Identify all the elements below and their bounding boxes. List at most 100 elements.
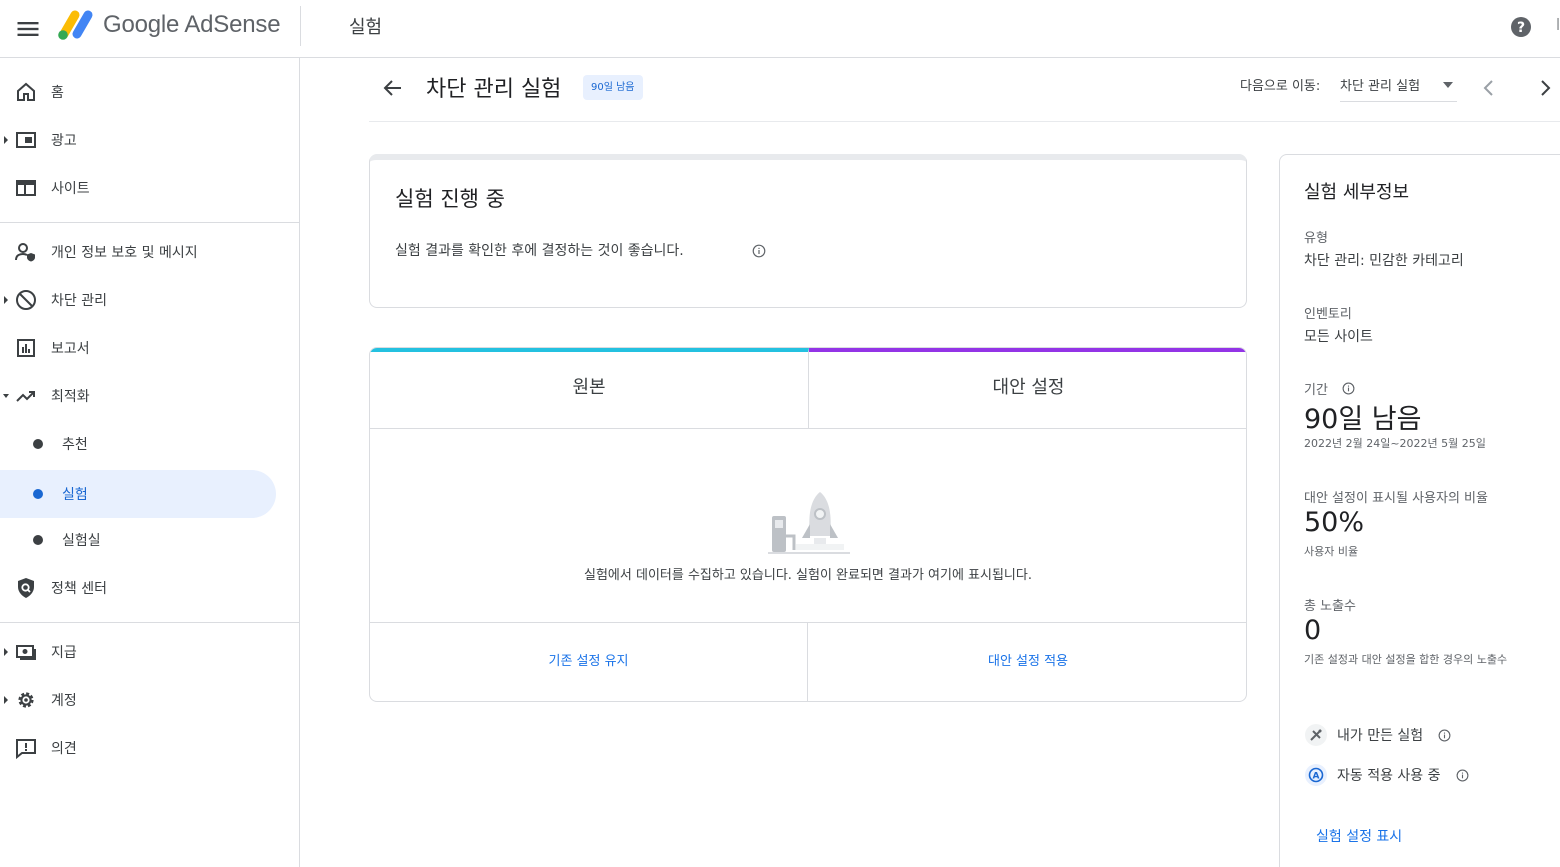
sidebar-item-label: 추천	[62, 437, 88, 453]
menu-icon[interactable]	[14, 15, 42, 43]
inventory-value: 모든 사이트	[1304, 329, 1373, 345]
caret-right-icon[interactable]	[3, 295, 9, 305]
details-title: 실험 세부정보	[1304, 182, 1410, 203]
experiment-status-card: 실험 진행 중 실험 결과를 확인한 후에 결정하는 것이 좋습니다.	[369, 154, 1247, 308]
caret-right-icon[interactable]	[3, 135, 9, 145]
info-icon[interactable]	[1438, 729, 1451, 742]
info-icon[interactable]	[1342, 382, 1355, 395]
type-label: 유형	[1304, 231, 1328, 246]
gear-icon	[18, 692, 34, 708]
sidebar-item-home[interactable]: 홈	[0, 68, 276, 116]
sidebar-item-payments[interactable]: 지급	[0, 628, 276, 676]
my-experiment-icon	[1305, 724, 1327, 746]
sidebar-item-account[interactable]: 계정	[0, 676, 276, 724]
inventory-label: 인벤토리	[1304, 307, 1352, 322]
sidebar-item-recommendations[interactable]: 추천	[0, 420, 276, 468]
policy-shield-icon	[18, 578, 34, 598]
sidebar-item-label: 최적화	[51, 389, 90, 405]
help-icon[interactable]: ?	[1509, 15, 1533, 39]
sidebar-item-label: 홈	[51, 85, 64, 101]
home-icon	[17, 82, 35, 101]
apply-variant-button[interactable]: 대안 설정 적용	[809, 623, 1246, 701]
sidebar-item-label: 광고	[51, 133, 77, 149]
sidebar-item-label: 의견	[51, 741, 77, 757]
sidebar-item-label: 보고서	[51, 341, 90, 357]
auto-apply-icon: A	[1305, 764, 1327, 786]
status-description: 실험 결과를 확인한 후에 결정하는 것이 좋습니다.	[395, 243, 684, 259]
original-column-header: 원본	[370, 348, 809, 429]
sidebar-item-label: 실험실	[62, 533, 101, 549]
caret-down-icon[interactable]	[3, 391, 9, 401]
sidebar-item-optimization[interactable]: 최적화	[0, 372, 276, 420]
person-shield-icon	[15, 243, 35, 262]
payments-icon	[16, 645, 36, 660]
keep-original-button[interactable]: 기존 설정 유지	[370, 623, 808, 701]
sidebar-item-label: 지급	[51, 645, 77, 661]
sidebar-item-feedback[interactable]: 의견	[0, 724, 276, 772]
chevron-right-icon[interactable]	[1533, 76, 1557, 100]
brand-name[interactable]: Google AdSense	[103, 11, 281, 39]
info-icon[interactable]	[1456, 769, 1469, 782]
sidebar-item-reports[interactable]: 보고서	[0, 324, 276, 372]
ads-icon	[16, 132, 36, 148]
sidebar-item-blocking-controls[interactable]: 차단 관리	[0, 276, 276, 324]
bullet-dot-icon	[33, 489, 43, 499]
sidebar-item-label: 계정	[51, 693, 77, 709]
sidebar-item-label: 사이트	[51, 181, 90, 197]
impressions-label: 총 노출수	[1304, 599, 1356, 614]
chevron-left-icon[interactable]	[1477, 76, 1501, 100]
sidebar: 홈 광고 사이트 개인 정보 보호 및 메시지 차단 관리 보고서 최적화 추천…	[0, 58, 300, 867]
svg-text:A: A	[1313, 772, 1320, 782]
show-experiment-settings-link[interactable]: 실험 설정 표시	[1316, 826, 1402, 846]
sidebar-item-privacy-messaging[interactable]: 개인 정보 보호 및 메시지	[0, 228, 276, 276]
trending-up-icon	[16, 391, 35, 402]
experiment-details-panel: 실험 세부정보 유형 차단 관리: 민감한 카테고리 인벤토리 모든 사이트 기…	[1279, 154, 1560, 867]
web-icon	[16, 180, 36, 196]
topbar-divider	[300, 6, 301, 46]
impressions-sub: 기존 설정과 대안 설정을 합한 경우의 노출수	[1304, 653, 1508, 666]
caret-right-icon[interactable]	[3, 647, 9, 657]
ratio-label: 대안 설정이 표시될 사용자의 비율	[1304, 491, 1488, 506]
ratio-sub: 사용자 비율	[1304, 545, 1359, 558]
dropdown-arrow-icon	[1443, 82, 1453, 88]
sidebar-item-experiments[interactable]: 실험	[0, 470, 276, 518]
feedback-icon	[16, 739, 36, 760]
collecting-data-message: 실험에서 데이터를 수집하고 있습니다. 실험이 완료되면 결과가 여기에 표시…	[584, 568, 1032, 583]
sidebar-item-policy-center[interactable]: 정책 센터	[0, 564, 276, 612]
info-icon[interactable]	[752, 244, 766, 258]
ratio-value: 50%	[1304, 507, 1365, 538]
account-edge-icon[interactable]: ❘	[1553, 16, 1560, 30]
caret-right-icon[interactable]	[3, 695, 9, 705]
bullet-dot-icon	[33, 535, 43, 545]
variant-column-header: 대안 설정	[809, 348, 1246, 429]
days-left-chip: 90일 남음	[583, 75, 643, 100]
adsense-logo-icon[interactable]	[56, 8, 96, 42]
top-app-bar: Google AdSense 실험 ? ❘	[0, 0, 1560, 58]
sidebar-item-label: 실험	[62, 487, 88, 503]
svg-text:?: ?	[1517, 20, 1525, 36]
status-title: 실험 진행 중	[395, 187, 505, 211]
sidebar-item-sites[interactable]: 사이트	[0, 164, 276, 212]
feature-my-experiment: 내가 만든 실험	[1337, 728, 1424, 744]
sidebar-item-label: 정책 센터	[51, 581, 107, 597]
goto-selected-value: 차단 관리 실험	[1340, 79, 1421, 94]
sidebar-item-label: 개인 정보 보호 및 메시지	[51, 245, 198, 261]
app-page-title: 실험	[349, 17, 383, 38]
impressions-value: 0	[1304, 615, 1322, 646]
original-label: 원본	[572, 377, 606, 398]
sidebar-item-ads[interactable]: 광고	[0, 116, 276, 164]
sidebar-item-labs[interactable]: 실험실	[0, 516, 276, 564]
feature-auto-apply: 자동 적용 사용 중	[1337, 768, 1441, 784]
header-divider	[369, 121, 1560, 122]
back-arrow-icon[interactable]	[381, 76, 405, 100]
bullet-dot-icon	[33, 439, 43, 449]
experiment-title: 차단 관리 실험	[426, 77, 562, 102]
sidebar-divider	[0, 622, 300, 623]
type-value: 차단 관리: 민감한 카테고리	[1304, 253, 1464, 269]
variant-label: 대안 설정	[992, 377, 1065, 398]
period-label: 기간	[1304, 383, 1328, 398]
experiment-compare-card: 원본 대안 설정 실험에서 데이터를 수집하고 있습니다. 실험이 완료되면 결…	[369, 347, 1247, 702]
period-value: 90일 남음	[1304, 404, 1422, 435]
goto-experiment-select[interactable]: 차단 관리 실험	[1340, 70, 1457, 102]
decision-actions: 기존 설정 유지 대안 설정 적용	[370, 622, 1246, 701]
